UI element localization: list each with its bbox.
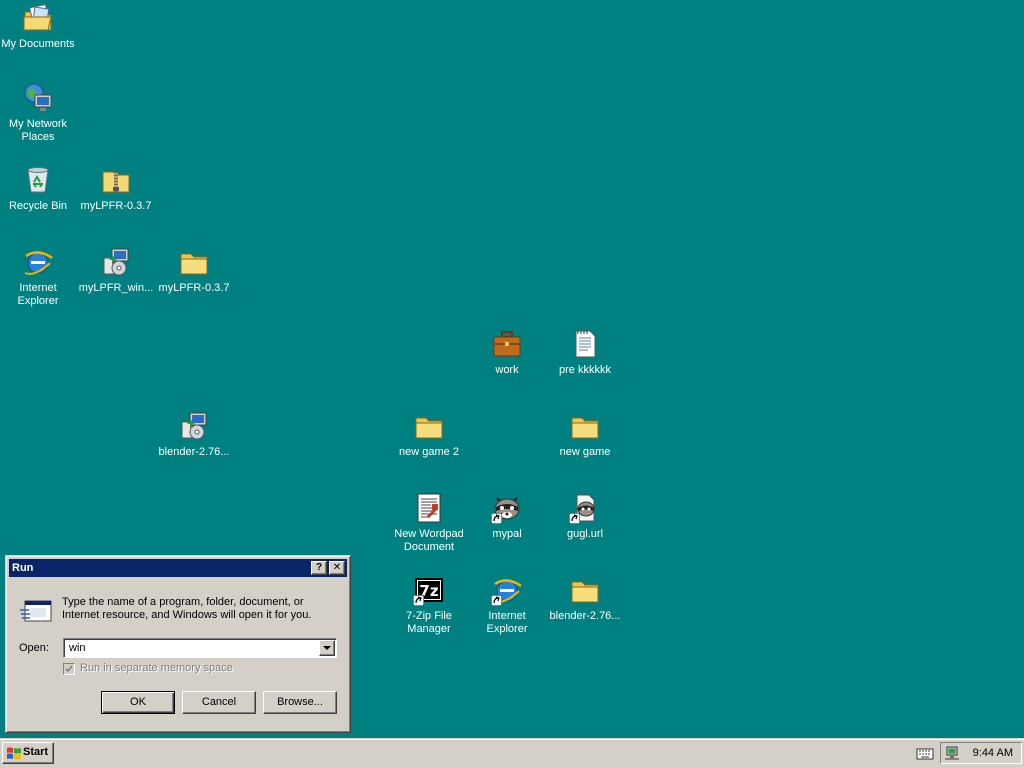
shortcut-arrow-icon xyxy=(491,595,502,606)
desktop-icon-7zip[interactable]: 7z 7-Zip File Manager xyxy=(389,574,469,650)
ok-button[interactable]: OK xyxy=(101,691,175,714)
icon-label: new game xyxy=(559,446,611,458)
help-button[interactable]: ? xyxy=(311,561,327,575)
desktop-icon-pre-kkkkkk[interactable]: pre kkkkkk xyxy=(545,328,625,404)
wordpad-document-icon xyxy=(417,493,441,523)
open-label: Open: xyxy=(19,642,49,654)
desktop-icon-new-game-2[interactable]: new game 2 xyxy=(389,410,469,486)
desktop-icon-work[interactable]: work xyxy=(467,328,547,404)
taskbar: Start 9:44 AM xyxy=(0,738,1024,768)
run-dialog-titlebar[interactable]: Run ? ✕ xyxy=(9,559,347,577)
icon-label: Internet Explorer xyxy=(486,610,528,635)
icon-label: Recycle Bin xyxy=(8,200,68,212)
network-places-icon xyxy=(24,83,52,111)
keyboard-icon[interactable] xyxy=(916,746,934,760)
desktop-icon-recycle-bin[interactable]: Recycle Bin xyxy=(0,164,78,240)
desktop-icon-mylpfr-win[interactable]: myLPFR_win... xyxy=(76,246,156,322)
icon-label: 7-Zip File Manager xyxy=(406,610,452,635)
text-document-icon xyxy=(575,330,596,358)
icon-label: myLPFR-0.3.7 xyxy=(80,200,152,212)
installer-icon xyxy=(103,248,129,276)
windows-logo-icon xyxy=(7,747,21,760)
desktop-icon-internet-explorer-shortcut[interactable]: Internet Explorer xyxy=(467,574,547,650)
shortcut-arrow-icon xyxy=(413,595,424,606)
icon-label: blender-2.76... xyxy=(549,610,621,622)
desktop-icon-blender-installer[interactable]: blender-2.76... xyxy=(154,410,234,486)
separate-memory-checkbox-box xyxy=(63,663,75,675)
folder-icon xyxy=(571,581,599,603)
desktop-icon-my-network-places[interactable]: My Network Places xyxy=(0,82,78,158)
open-combobox[interactable]: win xyxy=(63,638,337,658)
desktop-icon-gugl-url[interactable]: gugl.url xyxy=(545,492,625,568)
cancel-button[interactable]: Cancel xyxy=(182,691,256,714)
system-tray: 9:44 AM xyxy=(940,742,1022,764)
open-input-value[interactable]: win xyxy=(69,642,86,654)
run-dialog-description: Type the name of a program, folder, docu… xyxy=(62,596,312,621)
start-label: Start xyxy=(23,746,49,758)
icon-label: New Wordpad Document xyxy=(394,528,464,553)
run-dialog: Run ? ✕ Type the name of a program, fold… xyxy=(5,555,351,733)
internet-explorer-icon xyxy=(24,251,53,275)
run-program-icon xyxy=(20,600,52,622)
icon-label: work xyxy=(495,364,519,376)
desktop-icon-mylpfr-folder[interactable]: myLPFR-0.3.7 xyxy=(154,246,234,322)
desktop-icon-new-wordpad-document[interactable]: New Wordpad Document xyxy=(389,492,469,568)
desktop-icon-new-game[interactable]: new game xyxy=(545,410,625,486)
desktop: My Documents My Network Places Recycle B… xyxy=(0,0,1024,738)
my-documents-icon xyxy=(23,3,52,31)
close-button[interactable]: ✕ xyxy=(329,561,345,575)
recycle-bin-icon xyxy=(27,167,49,193)
briefcase-icon xyxy=(493,331,521,357)
run-dialog-title: Run xyxy=(12,562,34,574)
folder-icon xyxy=(571,417,599,439)
icon-label: myLPFR-0.3.7 xyxy=(158,282,230,294)
icon-label: Internet Explorer xyxy=(17,282,59,307)
start-button[interactable]: Start xyxy=(2,742,54,764)
icon-label: mypal xyxy=(492,528,522,540)
icon-label: gugl.url xyxy=(566,528,604,540)
icon-label: blender-2.76... xyxy=(158,446,230,458)
desktop-icon-my-documents[interactable]: My Documents xyxy=(0,2,78,78)
icon-label: My Documents xyxy=(1,38,75,50)
icon-label: pre kkkkkk xyxy=(559,364,611,376)
installer-icon xyxy=(181,412,207,440)
icon-label: My Network Places xyxy=(8,118,68,143)
folder-icon xyxy=(180,253,208,275)
browse-button[interactable]: Browse... xyxy=(263,691,337,714)
zip-folder-icon xyxy=(102,171,130,193)
chevron-down-icon xyxy=(323,646,331,650)
desktop-icon-blender-folder[interactable]: blender-2.76... xyxy=(545,574,625,650)
clock[interactable]: 9:44 AM xyxy=(973,747,1013,759)
desktop-icon-mypal[interactable]: mypal xyxy=(467,492,547,568)
network-tray-icon[interactable] xyxy=(944,745,960,761)
shortcut-arrow-icon xyxy=(569,513,580,524)
desktop-icon-internet-explorer[interactable]: Internet Explorer xyxy=(0,246,78,322)
icon-label: new game 2 xyxy=(399,446,459,458)
folder-icon xyxy=(415,417,443,439)
checkmark-icon xyxy=(65,665,73,673)
separate-memory-label: Run in separate memory space xyxy=(80,662,233,674)
open-dropdown-button[interactable] xyxy=(319,640,335,656)
desktop-icon-mylpfr-zip[interactable]: myLPFR-0.3.7 xyxy=(76,164,156,240)
shortcut-arrow-icon xyxy=(491,513,502,524)
icon-label: myLPFR_win... xyxy=(78,282,154,294)
